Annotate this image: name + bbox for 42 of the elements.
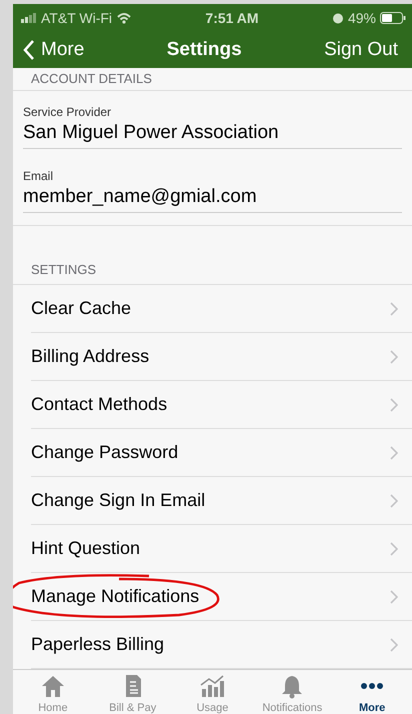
row-label: Hint Question <box>31 538 140 560</box>
settings-row[interactable]: Clear Cache <box>31 285 412 334</box>
field-value: San Miguel Power Association <box>23 122 402 149</box>
chevron-right-icon <box>390 638 398 652</box>
row-label: Clear Cache <box>31 298 132 320</box>
alarm-icon <box>332 12 344 24</box>
settings-row[interactable]: Change Password <box>31 429 412 478</box>
row-label: Paperless Billing <box>31 634 164 656</box>
wifi-icon <box>116 12 132 24</box>
row-label: Change Sign In Email <box>31 490 206 512</box>
carrier-name: AT&T Wi-Fi <box>41 10 112 26</box>
settings-row[interactable]: Change Sign In Email <box>31 477 412 526</box>
field-label: Email <box>23 168 54 183</box>
chevron-right-icon <box>390 398 398 412</box>
bar-chart-icon <box>198 673 226 699</box>
chevron-right-icon <box>390 542 398 556</box>
sign-out-button[interactable]: Sign Out <box>324 38 398 61</box>
back-button[interactable]: More <box>23 38 84 61</box>
chevron-right-icon <box>390 494 398 508</box>
settings-row[interactable]: Manage Notifications <box>31 573 412 622</box>
chevron-right-icon <box>390 446 398 460</box>
settings-row[interactable]: Billing Address <box>31 333 412 382</box>
chevron-left-icon <box>23 38 35 61</box>
signal-icon <box>21 12 37 23</box>
battery-icon <box>380 12 406 24</box>
row-label: Billing Address <box>31 346 150 368</box>
more-icon <box>361 683 384 689</box>
chevron-right-icon <box>390 302 398 316</box>
screen-title: Settings <box>166 38 242 61</box>
settings-row[interactable]: Hint Question <box>31 525 412 574</box>
row-label: Change Password <box>31 442 178 464</box>
settings-row[interactable]: Contact Methods <box>31 381 412 430</box>
battery-percent: 49% <box>348 10 376 26</box>
chevron-right-icon <box>390 350 398 364</box>
clock-time: 7:51 AM <box>205 10 259 26</box>
chevron-right-icon <box>390 590 398 604</box>
row-label: Contact Methods <box>31 394 168 416</box>
section-header: SETTINGS <box>13 226 412 286</box>
tab-item[interactable]: More <box>332 670 412 714</box>
field-value: member_name@gmial.com <box>23 186 402 213</box>
row-label: Manage Notifications <box>31 586 200 608</box>
field-label: Service Provider <box>23 104 112 119</box>
